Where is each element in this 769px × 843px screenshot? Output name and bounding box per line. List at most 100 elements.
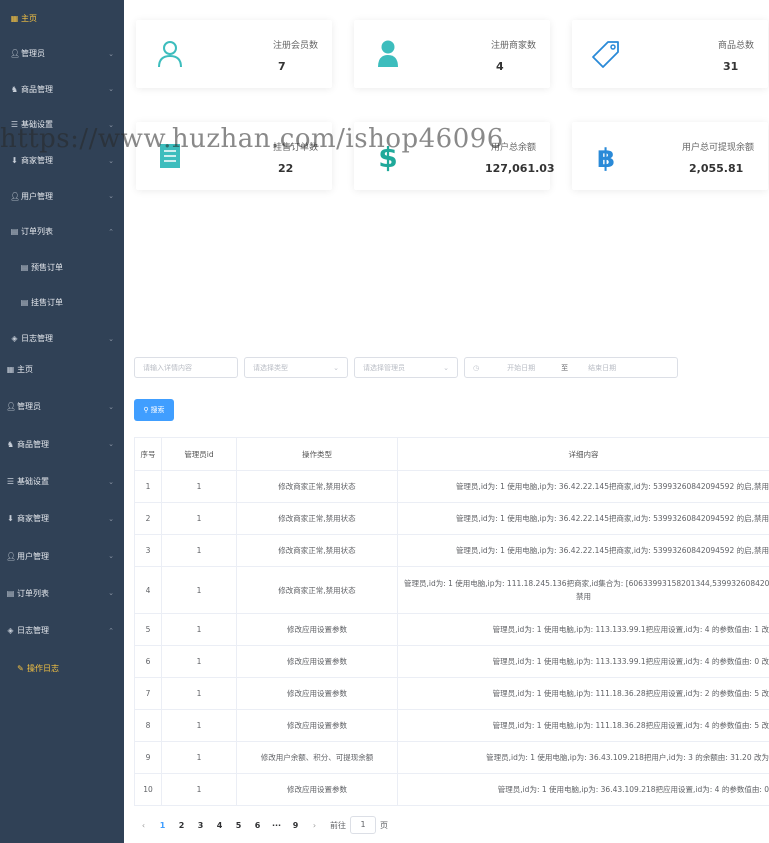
cell-type: 修改商家正常,禁用状态	[236, 566, 398, 614]
admin-select-placeholder: 请选择管理员	[363, 363, 405, 372]
table-header-row: 序号 管理员id 操作类型 详细内容	[134, 437, 769, 471]
sidebar-item-users[interactable]: 👤︎ 用户管理 ⌄	[0, 537, 124, 574]
cell-detail: 管理员,id为: 1 使用电脑,ip为: 111.18.36.28把应用设置,i…	[397, 709, 769, 742]
cell-admin-id: 1	[161, 677, 237, 710]
document-list-icon	[160, 144, 180, 168]
sidebar-item-logs[interactable]: ◈ 日志管理 ⌃	[0, 612, 124, 649]
sidebar-item-label: 商品管理	[21, 84, 53, 94]
page-button[interactable]: 4	[210, 821, 229, 830]
sidebar-item-users[interactable]: 👤︎ 用户管理 ⌄	[0, 178, 124, 214]
chevron-down-icon: ⌄	[108, 402, 114, 411]
cell-type: 修改商家正常,禁用状态	[236, 534, 398, 567]
cell-detail: 管理员,id为: 1 使用电脑,ip为: 36.43.109.218把应用设置,…	[397, 773, 769, 806]
goto-label: 前往	[330, 820, 346, 830]
page-button[interactable]: 5	[229, 821, 248, 830]
page-button[interactable]: 3	[191, 821, 210, 830]
goto-page-input[interactable]: 1	[350, 816, 376, 834]
admin-select[interactable]: 请选择管理员 ⌄	[354, 357, 458, 378]
cell-index: 8	[134, 709, 162, 742]
table-row: 8 1 修改应用设置参数 管理员,id为: 1 使用电脑,ip为: 111.18…	[134, 709, 769, 742]
table-row: 4 1 修改商家正常,禁用状态 管理员,id为: 1 使用电脑,ip为: 111…	[134, 566, 769, 614]
sidebar-item-settings[interactable]: ☰ 基础设置 ⌄	[0, 463, 124, 500]
sidebar-item-settings[interactable]: ☰ 基础设置 ⌄	[0, 107, 124, 143]
search-button-label: 搜索	[150, 406, 165, 414]
page-button[interactable]: 6	[248, 821, 267, 830]
stat-label: 用户总可提现余额	[681, 143, 754, 153]
stat-value: 2,055.81	[689, 162, 744, 175]
search-button[interactable]: ⚲ 搜索	[134, 399, 174, 421]
page-button[interactable]: 1	[153, 821, 172, 830]
clock-icon: ◷	[473, 363, 480, 372]
date-range-picker[interactable]: ◷ 开始日期 至 结束日期	[464, 357, 678, 378]
list-icon: ▤	[10, 227, 19, 237]
sidebar-item-presale-orders[interactable]: ▤ 预售订单	[0, 250, 124, 286]
chevron-down-icon: ⌄	[108, 192, 114, 201]
sidebar-item-admin[interactable]: 👤︎ 管理员 ⌄	[0, 388, 124, 425]
sidebar-item-operation-log[interactable]: ✎ 操作日志	[0, 649, 124, 686]
stat-card-goods: 商品总数 31	[572, 20, 768, 88]
sidebar-item-home[interactable]: ▦ 主页	[0, 0, 124, 36]
sidebar-item-orders[interactable]: ▤ 订单列表 ⌃	[0, 214, 124, 250]
chevron-up-icon: ⌃	[108, 626, 114, 635]
cell-admin-id: 1	[161, 709, 237, 742]
sidebar-item-label: 基础设置	[17, 477, 49, 487]
cell-detail-line: 管理员,id为: 1 使用电脑,ip为: 111.18.245.136把商家,i…	[404, 579, 769, 588]
svg-text:$: $	[378, 141, 397, 172]
sidebar-item-admin[interactable]: 👤︎ 管理员 ⌄	[0, 36, 124, 72]
sidebar-item-label: 日志管理	[17, 626, 49, 636]
page-button[interactable]: 9	[286, 821, 305, 830]
list-icon: ☰	[10, 120, 19, 130]
stat-value: 4	[496, 60, 504, 73]
cell-detail: 管理员,id为: 1 使用电脑,ip为: 111.18.36.28把应用设置,i…	[397, 677, 769, 710]
cell-index: 1	[134, 470, 162, 503]
sidebar-item-merchants[interactable]: ⬇︎ 商家管理 ⌄	[0, 500, 124, 537]
sidebar-item-label: 商家管理	[21, 156, 53, 166]
cell-admin-id: 1	[161, 534, 237, 567]
sidebar-item-merchants[interactable]: ⬇︎ 商家管理 ⌄	[0, 143, 124, 179]
cell-admin-id: 1	[161, 741, 237, 774]
cell-admin-id: 1	[161, 470, 237, 503]
cell-type: 修改应用设置参数	[236, 677, 398, 710]
type-select[interactable]: 请选择类型 ⌄	[244, 357, 348, 378]
sidebar-item-consign-orders[interactable]: ▤ 挂售订单	[0, 285, 124, 321]
sidebar-item-goods[interactable]: ♞ 商品管理 ⌄	[0, 426, 124, 463]
sidebar-item-home[interactable]: ▦ 主页	[0, 351, 124, 388]
table-row: 2 1 修改商家正常,禁用状态 管理员,id为: 1 使用电脑,ip为: 36.…	[134, 502, 769, 535]
cell-type: 修改商家正常,禁用状态	[236, 502, 398, 535]
more-pages-button[interactable]: ···	[267, 821, 286, 830]
cell-detail: 管理员,id为: 1 使用电脑,ip为: 36.42.22.145把商家,id为…	[397, 470, 769, 503]
start-date-placeholder[interactable]: 开始日期	[507, 363, 551, 373]
user-icon: 👤︎	[10, 191, 21, 201]
user-outline-icon	[158, 41, 182, 68]
cell-detail: 管理员,id为: 1 使用电脑,ip为: 36.42.22.145把商家,id为…	[397, 502, 769, 535]
list-icon: ▤	[6, 588, 15, 598]
user-filled-icon	[378, 40, 398, 67]
sidebar-item-label: 基础设置	[21, 120, 53, 130]
cell-detail: 管理员,id为: 1 使用电脑,ip为: 111.18.245.136把商家,i…	[397, 566, 769, 614]
cell-admin-id: 1	[161, 613, 237, 646]
stat-card-balance: $ 用户总余额 127,061.03	[354, 122, 555, 190]
detail-search-input[interactable]	[143, 363, 228, 372]
sidebar-item-label: 主页	[21, 13, 37, 23]
stat-card-withdrawable: ฿ 用户总可提现余额 2,055.81	[572, 122, 768, 190]
sidebar-item-orders[interactable]: ▤ 订单列表 ⌄	[0, 575, 124, 612]
dollar-icon: $	[378, 141, 397, 172]
page-button[interactable]: 2	[172, 821, 191, 830]
sidebar-item-goods[interactable]: ♞ 商品管理 ⌄	[0, 72, 124, 108]
sidebar-item-label: 管理员	[21, 49, 45, 59]
cell-detail: 管理员,id为: 1 使用电脑,ip为: 113.133.99.1把应用设置,i…	[397, 613, 769, 646]
cell-type: 修改用户余额、积分、可提现余额	[236, 741, 398, 774]
svg-text:฿: ฿	[597, 144, 615, 172]
prev-page-button[interactable]: ‹	[134, 821, 153, 830]
stat-value: 7	[278, 60, 286, 73]
cell-index: 10	[134, 773, 162, 806]
next-page-button[interactable]: ›	[305, 821, 324, 830]
cell-index: 2	[134, 502, 162, 535]
tag-icon: ◈	[7, 626, 14, 636]
user-icon: 👤︎	[10, 49, 21, 59]
stat-card-members: 注册会员数 7	[136, 20, 332, 88]
end-date-placeholder[interactable]: 结束日期	[588, 363, 616, 373]
cell-detail: 管理员,id为: 1 使用电脑,ip为: 113.133.99.1把应用设置,i…	[397, 645, 769, 678]
cell-admin-id: 1	[161, 502, 237, 535]
detail-search-input-wrap[interactable]	[134, 357, 238, 378]
